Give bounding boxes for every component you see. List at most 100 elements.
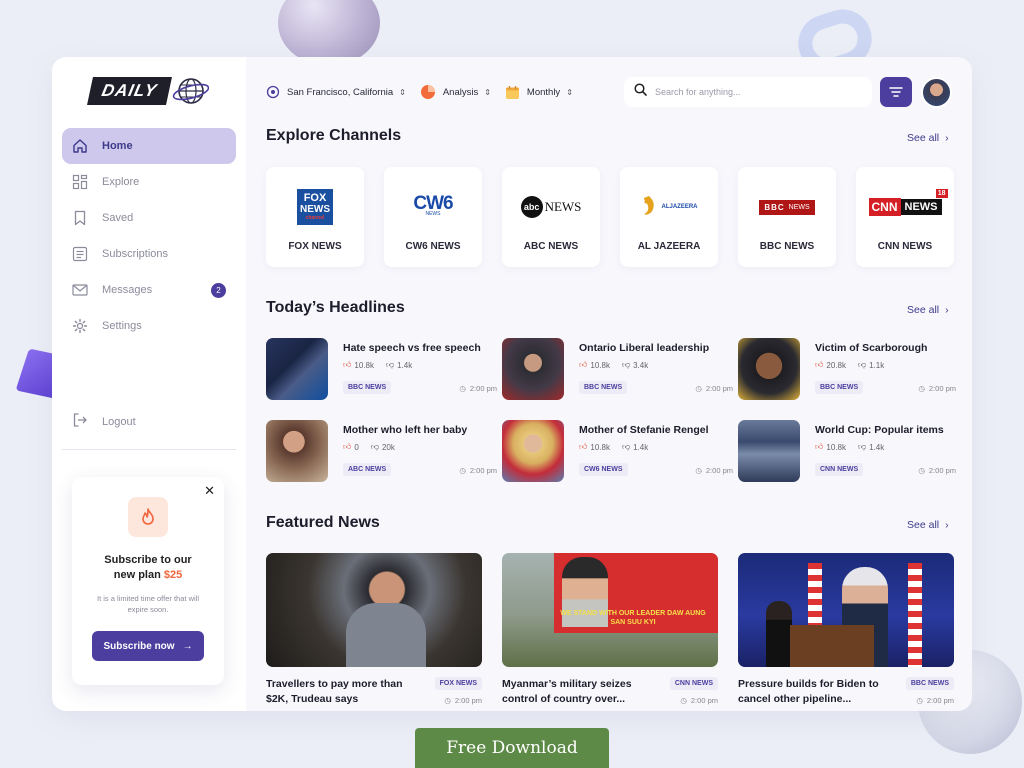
channel-card-cw6-news[interactable]: CW6 NEWS CW6 NEWS bbox=[384, 167, 482, 267]
source-tag[interactable]: BBC NEWS bbox=[905, 677, 954, 690]
source-tag[interactable]: CW6 NEWS bbox=[579, 463, 628, 476]
source-tag[interactable]: BBC NEWS bbox=[579, 381, 628, 394]
sidebar-item-saved[interactable]: Saved bbox=[62, 200, 236, 236]
close-icon[interactable]: ✕ bbox=[204, 483, 215, 499]
al-jazeera-logo: ALJAZEERA bbox=[640, 183, 698, 231]
featured-news-title: Featured News bbox=[266, 514, 380, 531]
cnn-news-logo: CNN NEWS 18 bbox=[868, 183, 948, 231]
app-window: DAILY Home Explore Saved Subscriptions M… bbox=[52, 57, 972, 711]
headline-item[interactable]: Ontario Liberal leadership 👍︎ 10.8k 👎︎ 3.4… bbox=[502, 338, 738, 400]
sidebar-item-subscriptions[interactable]: Subscriptions bbox=[62, 236, 236, 272]
headline-item[interactable]: Mother who left her baby 👍︎ 0 👎︎ 20k ABC N… bbox=[266, 420, 502, 482]
home-icon bbox=[72, 138, 88, 154]
clock-icon: ◷ bbox=[918, 466, 925, 475]
logout-button[interactable]: Logout bbox=[72, 412, 136, 431]
sidebar-item-settings[interactable]: Settings bbox=[62, 308, 236, 344]
featured-news-title: Myanmar’s military seizes control of cou… bbox=[502, 678, 632, 705]
clock-icon: ◷ bbox=[459, 384, 466, 393]
headline-title: World Cup: Popular items bbox=[815, 424, 944, 436]
headline-thumbnail bbox=[502, 338, 564, 400]
analysis-selector[interactable]: Analysis ⇕ bbox=[420, 84, 491, 100]
thumbs-down-icon: 👎︎ bbox=[621, 442, 631, 451]
headline-title: Hate speech vs free speech bbox=[343, 342, 481, 354]
featured-news-title: Pressure builds for Biden to cancel othe… bbox=[738, 678, 879, 705]
channel-card-al-jazeera[interactable]: ALJAZEERA AL JAZEERA bbox=[620, 167, 718, 267]
headline-thumbnail bbox=[266, 420, 328, 482]
sidebar-item-explore[interactable]: Explore bbox=[62, 164, 236, 200]
headline-time: ◷ 2:00 pm bbox=[459, 384, 497, 393]
headline-item[interactable]: Hate speech vs free speech 👍︎ 10.8k 👎︎ 1.4… bbox=[266, 338, 502, 400]
source-tag[interactable]: ABC NEWS bbox=[343, 463, 392, 476]
sidebar-nav: Home Explore Saved Subscriptions Message… bbox=[62, 128, 236, 344]
abc-news-logo: abc NEWS bbox=[520, 183, 581, 231]
free-download-button[interactable]: Free Download bbox=[415, 728, 609, 768]
sidebar-item-messages[interactable]: Messages 2 bbox=[62, 272, 236, 308]
featured-news-list: Travellers to pay more than $2K, Trudeau… bbox=[266, 553, 954, 707]
headline-thumbnail bbox=[266, 338, 328, 400]
featured-news-card[interactable]: WE STAND WITH OUR LEADER DAW AUNG SAN SU… bbox=[502, 553, 718, 707]
channel-card-abc-news[interactable]: abc NEWS ABC NEWS bbox=[502, 167, 600, 267]
channel-card-fox-news[interactable]: FOX NEWS channel FOX NEWS bbox=[266, 167, 364, 267]
dislikes-count: 👎︎ 1.1k bbox=[857, 360, 885, 370]
featured-news-time: ◷ 2:00 pm bbox=[916, 696, 954, 705]
channel-card-bbc-news[interactable]: BBC NEWS BBC NEWS bbox=[738, 167, 836, 267]
source-tag[interactable]: BBC NEWS bbox=[343, 381, 392, 394]
chevron-updown-icon: ⇕ bbox=[484, 87, 491, 97]
location-selector[interactable]: San Francisco, California ⇕ bbox=[266, 85, 406, 99]
headline-time: ◷ 2:00 pm bbox=[695, 466, 733, 475]
headline-item[interactable]: World Cup: Popular items 👍︎ 10.8k 👎︎ 1.4k … bbox=[738, 420, 956, 482]
thumbs-up-icon: 👍︎ bbox=[579, 442, 588, 451]
channel-list: FOX NEWS channel FOX NEWS CW6 NEWS CW6 N… bbox=[266, 167, 954, 267]
thumbs-up-icon: 👍︎ bbox=[343, 360, 352, 369]
logout-icon bbox=[72, 412, 88, 431]
globe-icon bbox=[172, 78, 209, 104]
logo[interactable]: DAILY bbox=[87, 77, 209, 105]
bookmark-icon bbox=[72, 210, 88, 226]
featured-news-time: ◷ 2:00 pm bbox=[680, 696, 718, 705]
period-selector[interactable]: Monthly ⇕ bbox=[505, 85, 573, 100]
chevron-updown-icon: ⇕ bbox=[566, 87, 573, 97]
featured-news-card[interactable]: Pressure builds for Biden to cancel othe… bbox=[738, 553, 954, 707]
headline-stats: 👍︎ 20.8k 👎︎ 1.1k bbox=[815, 360, 954, 370]
logout-label: Logout bbox=[102, 415, 136, 428]
source-tag[interactable]: CNN NEWS bbox=[669, 677, 718, 690]
filter-button[interactable] bbox=[880, 77, 912, 107]
thumbs-down-icon: 👎︎ bbox=[857, 442, 867, 451]
source-tag[interactable]: FOX NEWS bbox=[434, 677, 482, 690]
sidebar-item-label: Explore bbox=[102, 176, 140, 188]
user-avatar[interactable] bbox=[921, 77, 952, 108]
headline-title: Mother of Stefanie Rengel bbox=[579, 424, 709, 436]
sidebar-divider bbox=[62, 449, 236, 450]
channel-name: FOX NEWS bbox=[288, 241, 342, 252]
headline-item[interactable]: Victim of Scarborough 👍︎ 20.8k 👎︎ 1.1k BBC… bbox=[738, 338, 956, 400]
channel-card-cnn-news[interactable]: CNN NEWS 18 CNN NEWS bbox=[856, 167, 954, 267]
thumbs-down-icon: 👎︎ bbox=[621, 360, 631, 369]
dislikes-count: 👎︎ 1.4k bbox=[385, 360, 413, 370]
search-input[interactable] bbox=[655, 87, 855, 97]
subscribe-now-button[interactable]: Subscribe now → bbox=[92, 631, 204, 661]
featured-news-card[interactable]: Travellers to pay more than $2K, Trudeau… bbox=[266, 553, 482, 707]
thumbs-down-icon: 👎︎ bbox=[370, 442, 379, 451]
sidebar-item-label: Home bbox=[102, 140, 133, 152]
search-icon bbox=[634, 83, 647, 101]
see-all-headlines-link[interactable]: See all › bbox=[907, 304, 949, 316]
chevron-right-icon: › bbox=[945, 519, 949, 531]
al-jazeera-emblem bbox=[644, 196, 655, 215]
flame-icon bbox=[128, 497, 168, 537]
headline-time: ◷ 2:00 pm bbox=[918, 384, 956, 393]
source-tag[interactable]: CNN NEWS bbox=[815, 463, 864, 476]
channel-name: BBC NEWS bbox=[759, 241, 815, 252]
see-all-channels-link[interactable]: See all › bbox=[907, 132, 949, 144]
thumbs-up-icon: 👍︎ bbox=[579, 360, 588, 369]
source-tag[interactable]: BBC NEWS bbox=[815, 381, 864, 394]
channel-name: AL JAZEERA bbox=[637, 241, 701, 252]
see-all-featured-link[interactable]: See all › bbox=[907, 519, 949, 531]
sidebar-item-label: Subscriptions bbox=[102, 248, 169, 260]
likes-count: 👍︎ 0 bbox=[343, 442, 359, 452]
likes-count: 👍︎ 10.8k bbox=[815, 442, 846, 452]
sidebar-item-home[interactable]: Home bbox=[62, 128, 236, 164]
headline-item[interactable]: Mother of Stefanie Rengel 👍︎ 10.8k 👎︎ 1.4k… bbox=[502, 420, 738, 482]
clock-icon: ◷ bbox=[444, 696, 451, 705]
search-bar[interactable] bbox=[624, 77, 872, 107]
dislikes-count: 👎︎ 1.4k bbox=[621, 442, 649, 452]
